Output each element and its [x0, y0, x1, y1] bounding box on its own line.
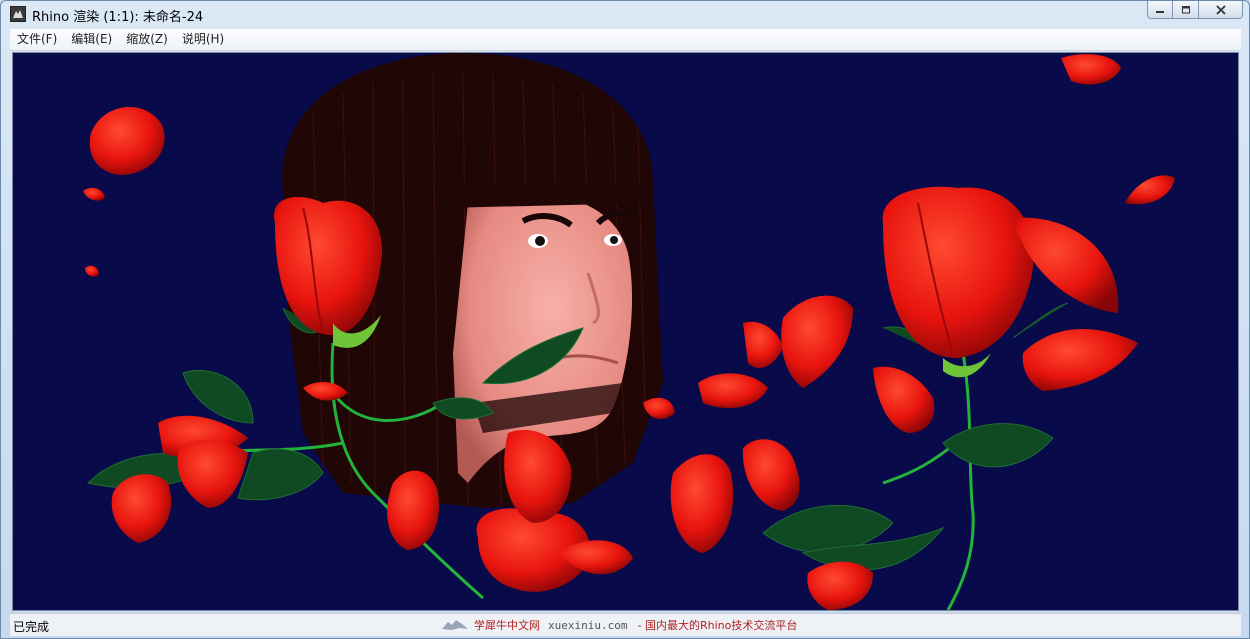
close-icon	[1215, 4, 1226, 15]
close-button[interactable]	[1199, 1, 1243, 19]
maximize-icon	[1181, 5, 1190, 13]
minimize-button[interactable]	[1147, 1, 1173, 19]
watermark-slogan: - 国内最大的Rhino技术交流平台	[637, 619, 798, 632]
minimize-icon	[1156, 10, 1164, 13]
watermark: 学犀牛中文网 xuexiniu.com - 国内最大的Rhino技术交流平台	[440, 616, 797, 634]
window-title: Rhino 渲染 (1:1): 未命名-24	[32, 10, 204, 25]
caption-buttons	[1147, 1, 1243, 20]
rhino-logo-icon	[442, 620, 468, 630]
maximize-button[interactable]	[1173, 1, 1199, 19]
title-bar[interactable]: Rhino 渲染 (1:1): 未命名-24	[1, 1, 1249, 28]
status-bar: 已完成 学犀牛中文网 xuexiniu.com - 国内最大的Rhino技术交流…	[10, 613, 1241, 636]
watermark-site: xuexiniu.com	[548, 618, 628, 632]
menu-edit[interactable]: 编辑(E)	[64, 29, 119, 50]
menu-file[interactable]: 文件(F)	[10, 29, 64, 50]
render-viewport[interactable]	[12, 52, 1239, 611]
menu-bar: 文件(F) 编辑(E) 缩放(Z) 说明(H)	[10, 29, 1241, 51]
rhino-app-icon[interactable]	[10, 6, 26, 22]
watermark-brand: 学犀牛中文网	[474, 619, 540, 632]
menu-help[interactable]: 说明(H)	[175, 29, 231, 50]
rose-bottom	[476, 508, 633, 592]
rendered-scene	[83, 53, 1175, 610]
status-text: 已完成	[13, 620, 50, 634]
render-window: Rhino 渲染 (1:1): 未命名-24 文件(F) 编辑(E) 缩放(Z)…	[0, 0, 1250, 639]
menu-zoom[interactable]: 缩放(Z)	[119, 29, 175, 50]
